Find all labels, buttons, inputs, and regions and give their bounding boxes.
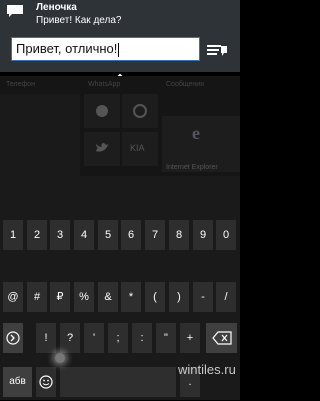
reply-input[interactable]: Привет, отлично!	[11, 37, 200, 61]
text-caret	[118, 42, 120, 57]
tile-label-whatsapp: WhatsApp	[88, 81, 121, 88]
key-minus[interactable]: -	[193, 282, 213, 312]
tile-label-messages: Сообщения	[166, 81, 204, 88]
key-colon[interactable]: :	[132, 323, 152, 353]
language-switch-button[interactable]: абв	[3, 367, 32, 397]
key-6[interactable]: 6	[121, 220, 141, 250]
kia-label: KIA	[130, 143, 145, 153]
backspace-button[interactable]	[206, 323, 237, 353]
cursor-control-dot[interactable]	[55, 353, 65, 363]
key-close-paren[interactable]: )	[169, 282, 189, 312]
key-at[interactable]: @	[3, 282, 23, 312]
reply-input-text: Привет, отлично!	[16, 41, 118, 56]
key-asterisk[interactable]: *	[121, 282, 141, 312]
key-ruble[interactable]: ₽	[50, 282, 70, 312]
svg-text:e: e	[192, 123, 200, 141]
key-2[interactable]: 2	[27, 220, 47, 250]
key-5[interactable]: 5	[98, 220, 118, 250]
notification-sender: Леночка	[36, 2, 77, 13]
key-question[interactable]: ?	[60, 323, 80, 353]
key-ampersand[interactable]: &	[98, 282, 118, 312]
internet-explorer-icon: e	[192, 123, 200, 141]
tile-label-phone: Телефон	[6, 81, 36, 88]
watermark: wintiles.ru	[178, 362, 236, 377]
key-7[interactable]: 7	[145, 220, 165, 250]
viber-icon	[133, 104, 147, 118]
chevron-circle-icon	[6, 331, 20, 345]
skype-icon	[96, 105, 108, 117]
start-screen-background: Телефон WhatsApp Сообщения KIA e Interne…	[0, 76, 240, 176]
key-quote[interactable]: "	[156, 323, 176, 353]
key-1[interactable]: 1	[3, 220, 23, 250]
key-exclamation[interactable]: !	[36, 323, 56, 353]
key-semicolon[interactable]: ;	[108, 323, 128, 353]
key-percent[interactable]: %	[74, 282, 94, 312]
emoji-button[interactable]	[36, 367, 56, 397]
space-bar[interactable]	[60, 367, 176, 397]
key-plus[interactable]: +	[180, 323, 200, 353]
notification-message: Привет! Как дела?	[36, 15, 122, 26]
page-switch-button[interactable]	[3, 323, 23, 353]
key-8[interactable]: 8	[169, 220, 189, 250]
tile-phone[interactable]	[0, 94, 80, 176]
key-hash[interactable]: #	[27, 282, 47, 312]
key-0[interactable]: 0	[216, 220, 236, 250]
key-slash[interactable]: /	[216, 282, 236, 312]
chat-bubble-icon	[7, 5, 23, 17]
notification-banner: Леночка Привет! Как дела? Привет, отличн…	[0, 0, 240, 81]
ie-label: Internet Explorer	[166, 164, 218, 171]
key-apostrophe[interactable]: '	[84, 323, 104, 353]
smiley-icon	[39, 375, 53, 389]
key-open-paren[interactable]: (	[145, 282, 165, 312]
key-4[interactable]: 4	[74, 220, 94, 250]
key-3[interactable]: 3	[50, 220, 70, 250]
backspace-icon	[211, 331, 232, 345]
send-message-icon[interactable]	[206, 42, 228, 58]
twitter-icon	[96, 143, 108, 152]
key-9[interactable]: 9	[193, 220, 213, 250]
